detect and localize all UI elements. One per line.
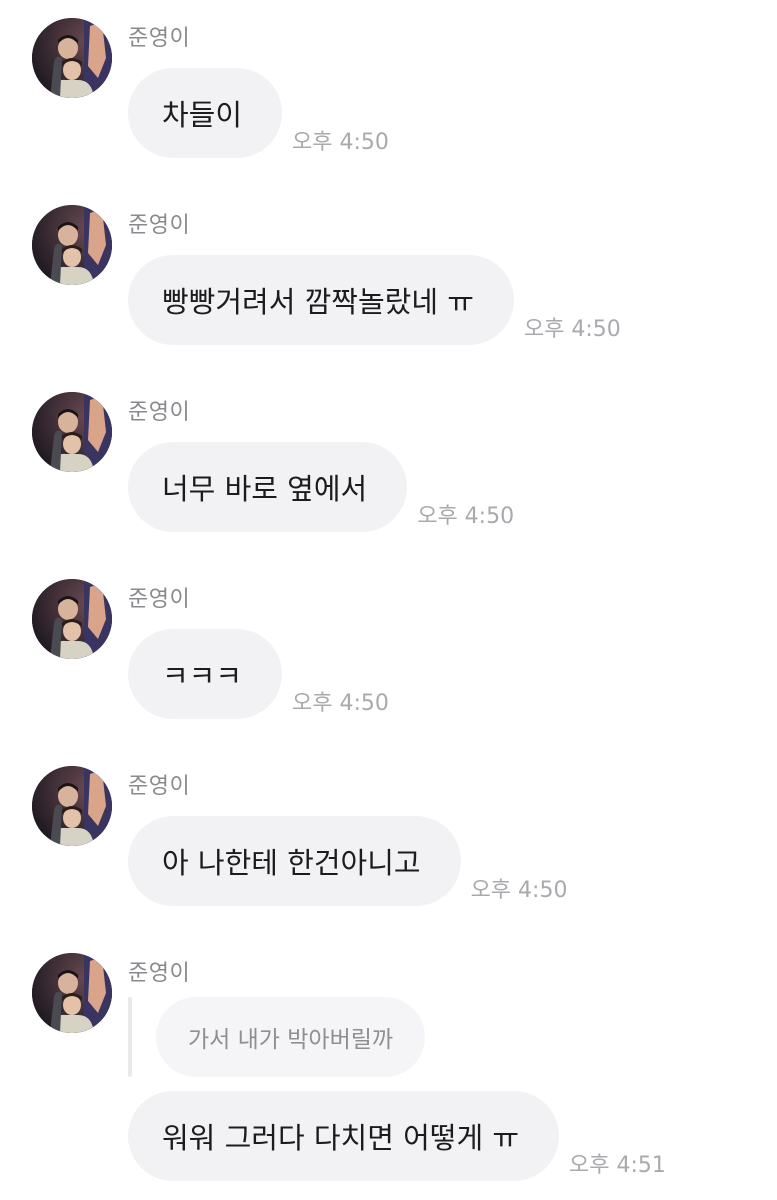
reply-quote-bubble[interactable]: 가서 내가 박아버릴까 bbox=[156, 997, 426, 1077]
message-time: 오후 4:51 bbox=[569, 1153, 666, 1178]
avatar[interactable] bbox=[32, 205, 112, 285]
message-time: 오후 4:50 bbox=[470, 878, 568, 903]
sender-name[interactable]: 준영이 bbox=[128, 955, 190, 987]
sender-name[interactable]: 준영이 bbox=[128, 768, 190, 800]
profile-photo-icon bbox=[32, 392, 112, 472]
avatar[interactable] bbox=[32, 18, 112, 98]
message-time: 오후 4:50 bbox=[417, 504, 515, 529]
message-row: 아 나한테 한건아니고 오후 4:50 bbox=[128, 816, 567, 906]
reply-bar bbox=[128, 997, 132, 1077]
sender-name[interactable]: 준영이 bbox=[128, 207, 190, 239]
message-time: 오후 4:50 bbox=[292, 130, 389, 155]
profile-photo-icon bbox=[32, 205, 112, 285]
sender-name[interactable]: 준영이 bbox=[128, 581, 190, 613]
avatar[interactable] bbox=[32, 953, 112, 1033]
message-row: 빵빵거려서 깜짝놀랐네 ㅠ 오후 4:50 bbox=[128, 255, 621, 345]
message-bubble[interactable]: 빵빵거려서 깜짝놀랐네 ㅠ bbox=[128, 255, 514, 345]
message-row: 너무 바로 옆에서 오후 4:50 bbox=[128, 442, 514, 532]
message-row: 차들이 오후 4:50 bbox=[128, 68, 389, 158]
message-bubble[interactable]: ㅋㅋㅋ bbox=[128, 629, 283, 719]
chat-thread: 준영이 차들이 오후 4:50 준영이 빵빵거려서 깜짝놀랐네 ㅠ 오후 4:5… bbox=[0, 0, 777, 1200]
avatar[interactable] bbox=[32, 392, 112, 472]
message-time: 오후 4:50 bbox=[523, 317, 621, 342]
profile-photo-icon bbox=[32, 18, 112, 98]
avatar[interactable] bbox=[32, 766, 112, 846]
message-time: 오후 4:50 bbox=[292, 691, 389, 716]
sender-name[interactable]: 준영이 bbox=[128, 20, 190, 52]
profile-photo-icon bbox=[32, 953, 112, 1033]
reply-quote[interactable]: 가서 내가 박아버릴까 bbox=[128, 997, 426, 1077]
profile-photo-icon bbox=[32, 766, 112, 846]
message-row: ㅋㅋㅋ 오후 4:50 bbox=[128, 629, 389, 719]
sender-name[interactable]: 준영이 bbox=[128, 394, 190, 426]
message-row: 워워 그러다 다치면 어떻게 ㅠ 오후 4:51 bbox=[128, 1091, 666, 1181]
avatar[interactable] bbox=[32, 579, 112, 659]
message-bubble[interactable]: 너무 바로 옆에서 bbox=[128, 442, 408, 532]
message-bubble[interactable]: 워워 그러다 다치면 어떻게 ㅠ bbox=[128, 1091, 560, 1181]
message-bubble[interactable]: 아 나한테 한건아니고 bbox=[128, 816, 461, 906]
message-bubble[interactable]: 차들이 bbox=[128, 68, 283, 158]
profile-photo-icon bbox=[32, 579, 112, 659]
